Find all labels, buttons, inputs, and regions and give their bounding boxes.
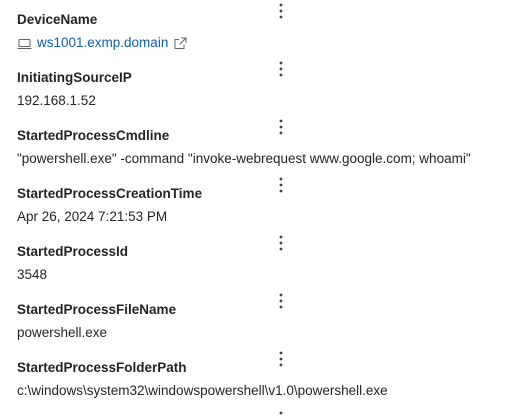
more-vertical-icon <box>279 177 283 193</box>
more-vertical-icon <box>279 411 283 415</box>
field-value: "powershell.exe" -command "invoke-webreq… <box>17 151 471 166</box>
more-vertical-icon <box>279 61 283 77</box>
field-started-process-file-name: StartedProcessFileName powershell.exe <box>17 293 507 359</box>
more-vertical-icon <box>279 293 283 309</box>
entity-details-panel: DeviceName ws1001.exmp.domain Initiating… <box>0 0 523 418</box>
field-value: powershell.exe <box>17 325 108 340</box>
laptop-icon <box>17 37 32 49</box>
field-started-process-creation-time: StartedProcessCreationTime Apr 26, 2024 … <box>17 177 507 243</box>
field-value: c:\windows\system32\windowspowershell\v1… <box>17 383 388 398</box>
more-vertical-icon <box>279 351 283 367</box>
field-label: StartedProcessFileName <box>17 302 177 317</box>
more-options-button[interactable] <box>271 173 291 197</box>
field-label: StartedProcessFolderPath <box>17 360 187 375</box>
field-value: 3548 <box>17 267 48 282</box>
more-options-button[interactable] <box>271 115 291 139</box>
field-value: 192.168.1.52 <box>17 93 96 108</box>
field-label: DeviceName <box>17 12 98 27</box>
more-options-button[interactable] <box>271 57 291 81</box>
field-started-process-id: StartedProcessId 3548 <box>17 235 507 301</box>
field-value: Apr 26, 2024 7:21:53 PM <box>17 209 168 224</box>
more-vertical-icon <box>279 119 283 135</box>
device-link[interactable]: ws1001.exmp.domain <box>37 34 168 52</box>
more-options-button[interactable] <box>271 231 291 255</box>
field-started-process-folder-path: StartedProcessFolderPath c:\windows\syst… <box>17 351 507 417</box>
field-label: InitiatingSourceIP <box>17 70 132 85</box>
field-started-process-cmdline: StartedProcessCmdline "powershell.exe" -… <box>17 119 507 185</box>
field-initiating-source-ip: InitiatingSourceIP 192.168.1.52 <box>17 61 507 127</box>
more-options-button[interactable] <box>271 347 291 371</box>
field-device-name: DeviceName ws1001.exmp.domain <box>17 3 507 69</box>
field-value: ws1001.exmp.domain <box>17 34 187 52</box>
field-label: StartedProcessCreationTime <box>17 186 203 201</box>
more-options-button[interactable] <box>271 0 291 23</box>
field-label: StartedProcessCmdline <box>17 128 170 143</box>
more-options-button[interactable] <box>271 406 291 418</box>
more-vertical-icon <box>279 235 283 251</box>
open-external-icon[interactable] <box>173 37 187 50</box>
field-label: StartedProcessId <box>17 244 129 259</box>
more-vertical-icon <box>279 3 283 19</box>
more-options-button[interactable] <box>271 289 291 313</box>
